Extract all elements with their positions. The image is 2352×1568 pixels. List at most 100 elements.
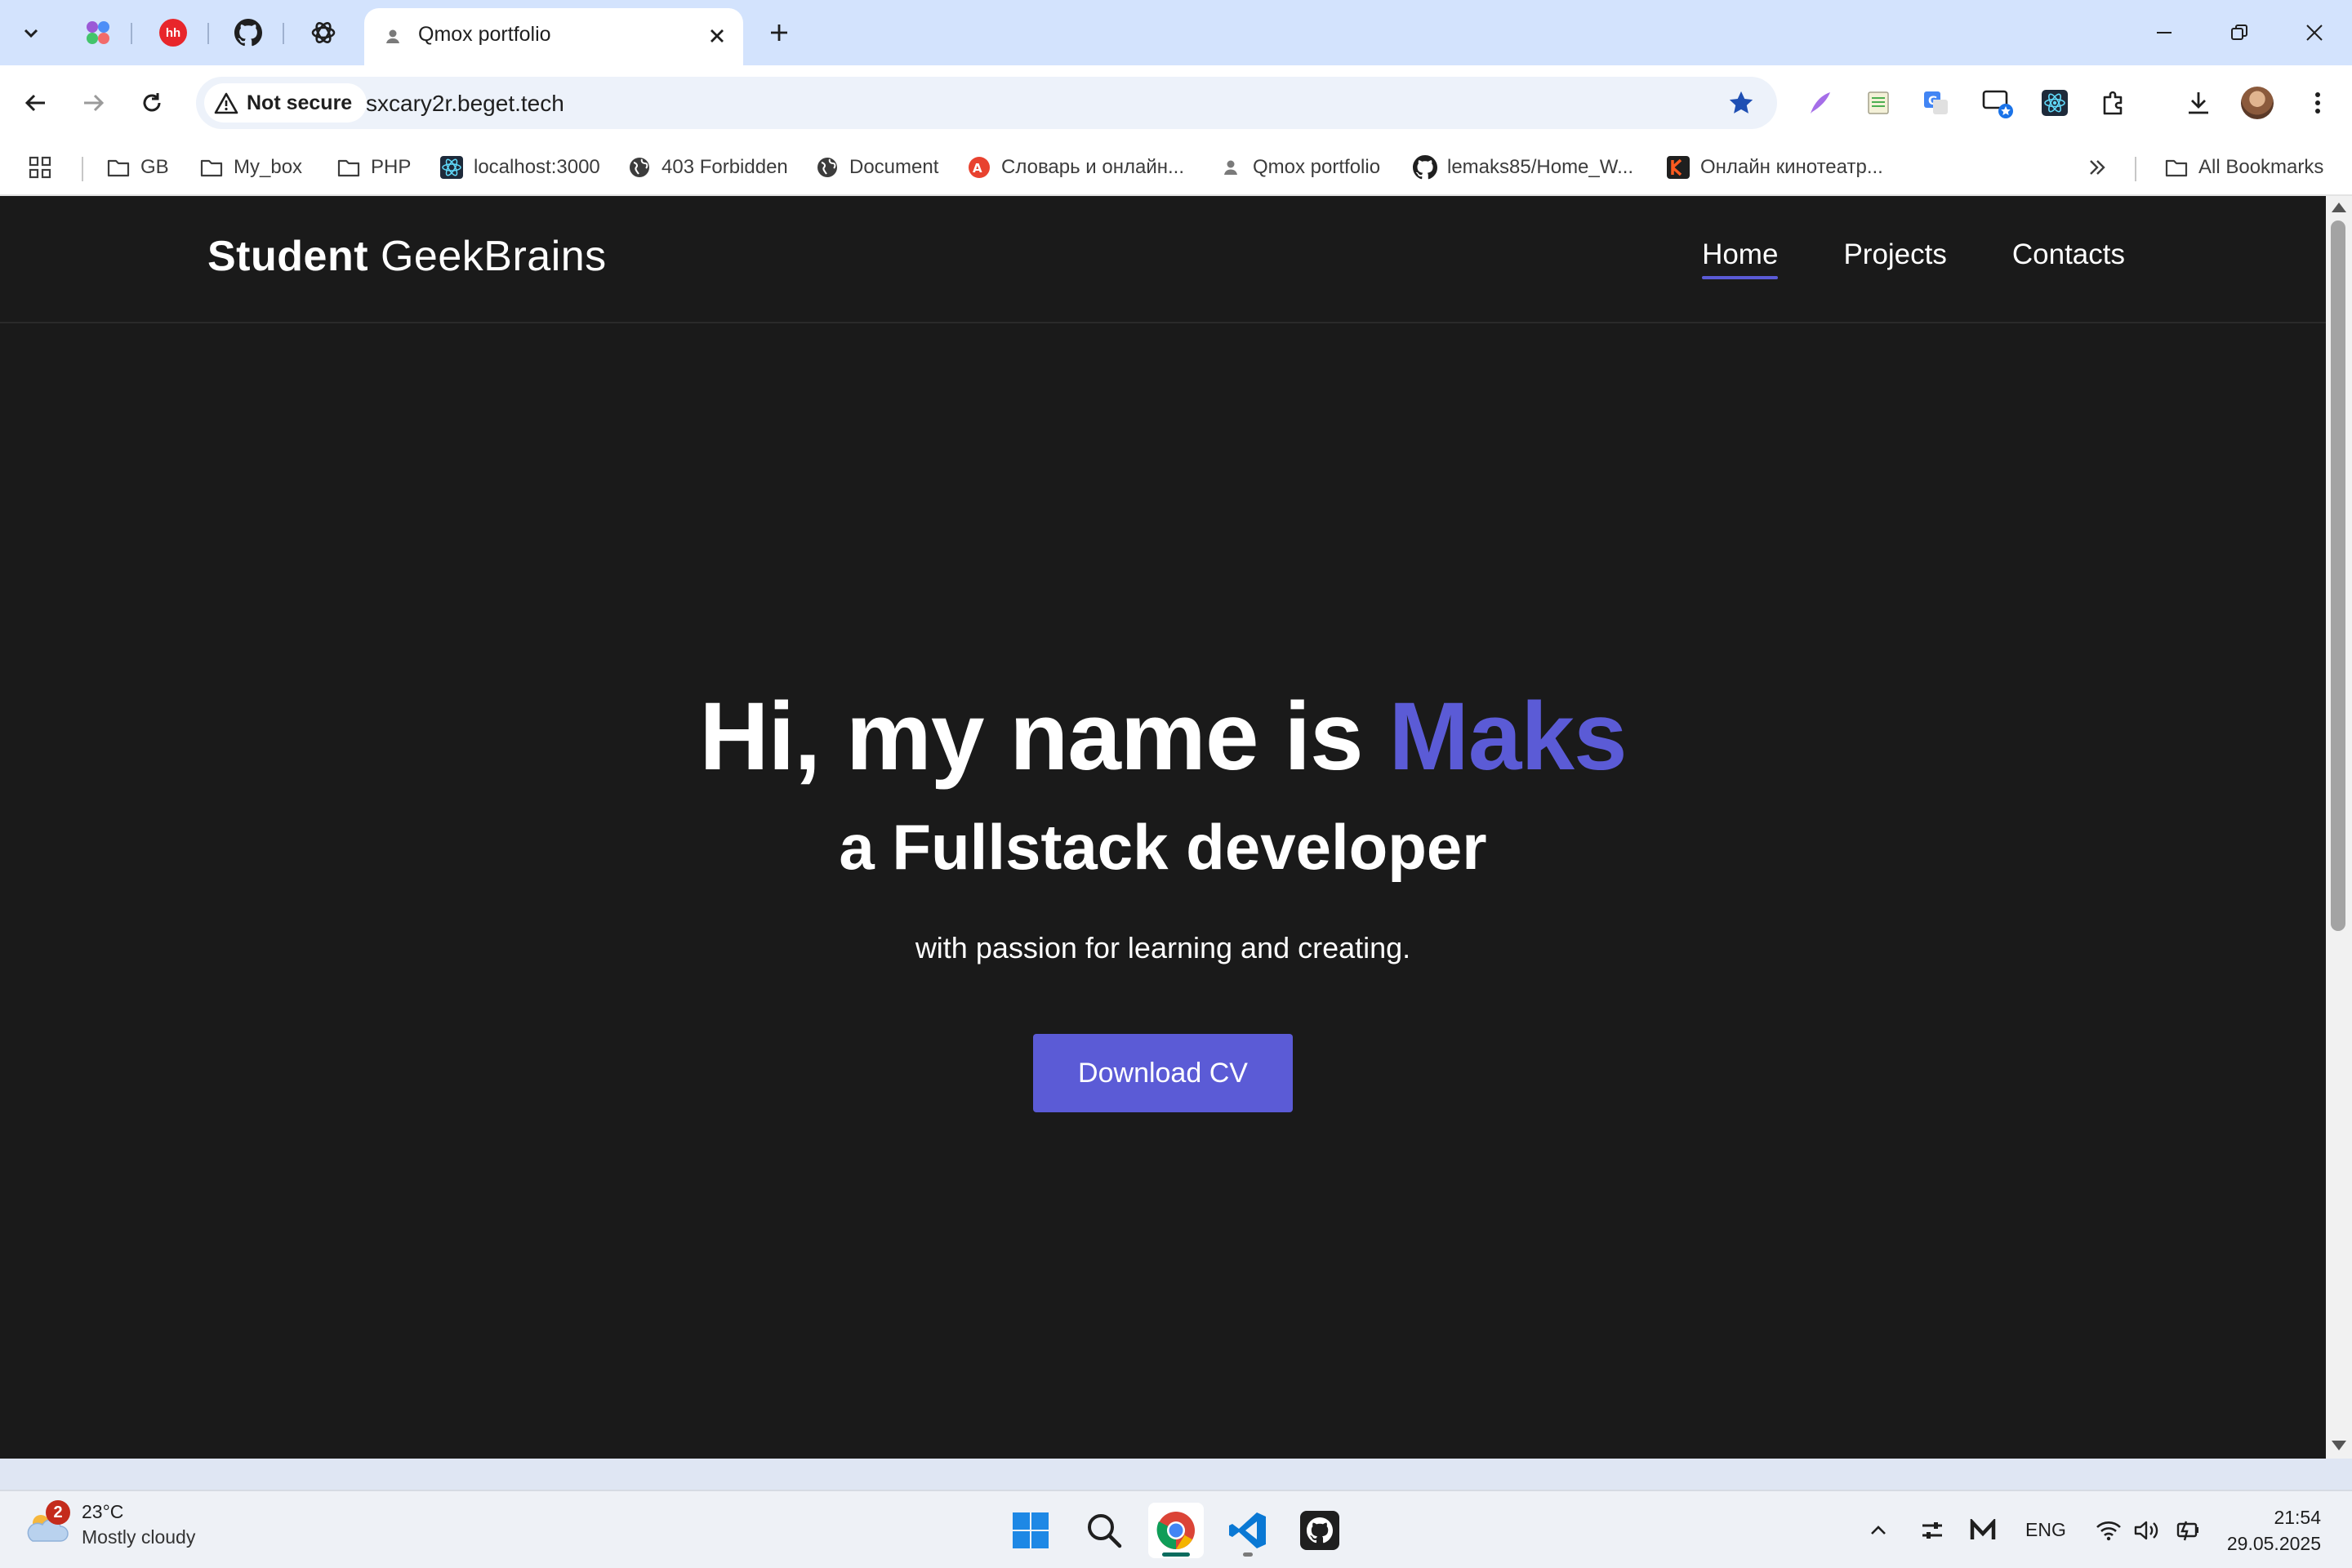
kinopoisk-icon (1667, 156, 1690, 179)
folder-icon (337, 159, 360, 177)
extension-sheets[interactable] (1860, 85, 1896, 121)
github-icon (1413, 155, 1437, 180)
all-bookmarks-label: All Bookmarks (2198, 156, 2324, 178)
new-tab-button[interactable] (758, 11, 800, 54)
hh-icon: hh (159, 19, 187, 47)
input-language[interactable]: ENG (2025, 1519, 2066, 1541)
bookmark-github-repo[interactable]: lemaks85/Home_W... (1413, 149, 1633, 186)
tray-overflow-button[interactable] (1860, 1511, 1896, 1550)
tray-battery[interactable] (2169, 1511, 2205, 1550)
minimize-button[interactable] (2127, 0, 2202, 65)
weather-widget[interactable]: 2 23°C Mostly cloudy (24, 1500, 195, 1548)
scroll-up-icon[interactable] (2332, 203, 2346, 212)
tab-close-button[interactable] (702, 21, 732, 51)
quill-icon (1811, 92, 1830, 114)
browser-menu-button[interactable] (2300, 85, 2336, 121)
notification-badge: 2 (46, 1500, 70, 1525)
reload-button[interactable] (131, 82, 173, 124)
bookmark-403-forbidden[interactable]: 403 Forbidden (627, 149, 788, 186)
user-icon (1224, 160, 1237, 175)
site-nav: Home Projects Contacts (1702, 238, 2125, 279)
apps-shortcut[interactable] (28, 149, 52, 186)
bookmark-qmox-portfolio[interactable]: Qmox portfolio (1218, 149, 1380, 186)
address-bar[interactable]: Not secure sxcary2r.beget.tech (196, 77, 1777, 129)
close-icon (2306, 24, 2323, 41)
bookmark-star-button[interactable] (1725, 87, 1757, 119)
bookmark-document[interactable]: Document (815, 149, 938, 186)
site-header: Student GeekBrains Home Projects Contact… (0, 196, 2326, 323)
bookmark-label: localhost:3000 (474, 156, 600, 178)
scroll-thumb[interactable] (2331, 220, 2345, 931)
tray-settings-app[interactable] (1914, 1511, 1950, 1550)
bookmark-separator (82, 157, 83, 181)
hero-name: Maks (1388, 683, 1627, 791)
arrow-right-icon (84, 94, 105, 112)
pinned-tab-github[interactable] (222, 11, 274, 54)
puzzle-icon (2103, 91, 2123, 115)
scroll-down-icon[interactable] (2332, 1441, 2346, 1450)
bookmark-label: Qmox portfolio (1253, 156, 1381, 178)
window-close-button[interactable] (2277, 0, 2352, 65)
tray-network[interactable] (2091, 1511, 2127, 1550)
weather-text: 23°C Mostly cloudy (82, 1501, 195, 1548)
folder-icon (200, 159, 223, 177)
avatar (2241, 87, 2274, 119)
dictionary-icon: A (969, 157, 990, 178)
restore-button[interactable] (2202, 0, 2277, 65)
weather-temperature: 23°C (82, 1501, 124, 1522)
bookmark-php[interactable]: PHP (336, 149, 411, 186)
bookmark-dictionary[interactable]: A Словарь и онлайн... (967, 149, 1184, 186)
bookmark-label: lemaks85/Home_W... (1447, 156, 1634, 178)
taskbar-vscode[interactable] (1220, 1503, 1276, 1558)
all-bookmarks-button[interactable]: All Bookmarks (2164, 149, 2323, 186)
pinned-tab-hh[interactable]: hh (147, 11, 199, 54)
tray-volume[interactable] (2128, 1511, 2164, 1550)
github-desktop-icon (1300, 1511, 1339, 1550)
pinned-tab-openai[interactable] (297, 11, 350, 54)
tray-app-m[interactable] (1965, 1511, 2001, 1550)
globe-icon (630, 158, 649, 177)
start-button[interactable] (1003, 1503, 1058, 1558)
react-icon (440, 156, 463, 179)
browser-toolbar: Not secure sxcary2r.beget.tech G (0, 65, 2352, 140)
warning-icon (214, 92, 238, 114)
profile-button[interactable] (2239, 85, 2275, 121)
pinned-tab-apps[interactable] (72, 11, 124, 54)
openai-icon (311, 22, 336, 43)
extension-cast[interactable] (1980, 85, 2016, 121)
close-icon (710, 29, 724, 42)
bookmarks-overflow-button[interactable] (2086, 149, 2109, 186)
extension-quill[interactable] (1802, 85, 1838, 121)
active-tab[interactable]: Qmox portfolio (364, 8, 743, 65)
nav-contacts[interactable]: Contacts (2012, 238, 2125, 271)
globe-icon (817, 158, 837, 177)
bookmark-gb[interactable]: GB (106, 149, 169, 186)
download-icon (2189, 92, 2208, 114)
system-clock[interactable]: 21:54 29.05.2025 (2227, 1504, 2321, 1557)
nav-home[interactable]: Home (1702, 238, 1779, 279)
extension-translate[interactable]: G (1918, 85, 1953, 121)
url-text[interactable]: sxcary2r.beget.tech (366, 91, 564, 117)
extension-react-devtools[interactable] (2037, 85, 2073, 121)
taskbar-search-button[interactable] (1076, 1503, 1132, 1558)
search-icon (1088, 1514, 1122, 1548)
chevron-up-icon (1871, 1526, 1886, 1535)
folder-icon (107, 159, 130, 177)
site-info-chip[interactable]: Not secure (204, 83, 368, 122)
bookmark-online-cinema[interactable]: Онлайн кинотеатр... (1666, 149, 1883, 186)
tab-search-button[interactable] (10, 11, 52, 54)
bookmark-my-box[interactable]: My_box (199, 149, 302, 186)
taskbar-chrome[interactable] (1148, 1503, 1204, 1558)
bookmark-localhost[interactable]: localhost:3000 (439, 149, 600, 186)
site-logo[interactable]: Student GeekBrains (207, 232, 607, 281)
downloads-button[interactable] (2180, 85, 2216, 121)
forward-button[interactable] (72, 82, 114, 124)
download-cv-button[interactable]: Download CV (1033, 1034, 1293, 1112)
nav-projects[interactable]: Projects (1843, 238, 1946, 271)
extensions-button[interactable] (2096, 85, 2132, 121)
running-indicator (1162, 1552, 1190, 1557)
taskbar-github-desktop[interactable] (1292, 1503, 1348, 1558)
back-button[interactable] (15, 82, 57, 124)
react-icon (2042, 90, 2068, 116)
page-scrollbar[interactable] (2326, 196, 2352, 1459)
